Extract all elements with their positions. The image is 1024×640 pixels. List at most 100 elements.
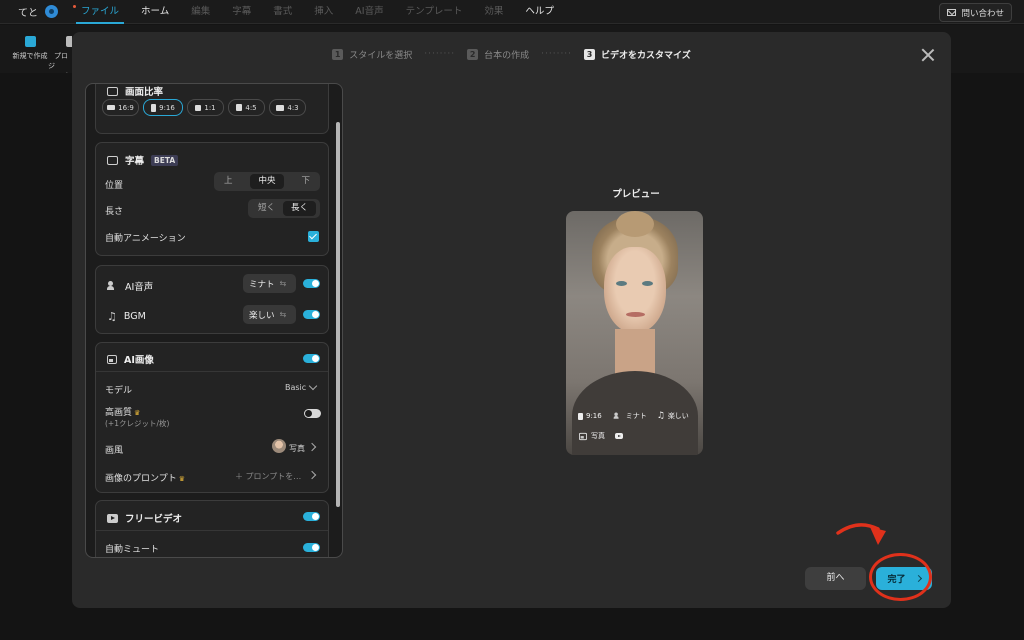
position-segmented: 上 中央 下 (214, 172, 320, 191)
step-2[interactable]: 2 台本の作成 (467, 48, 529, 61)
auto-animation-label: 自動アニメーション (105, 234, 186, 244)
beta-badge: BETA (151, 154, 179, 166)
step-1[interactable]: 1 スタイルを選択 (332, 48, 412, 61)
video-icon (615, 433, 623, 439)
free-video-toggle[interactable] (303, 512, 320, 521)
preview-voice: ミナト (612, 411, 647, 421)
chevron-right-icon[interactable] (307, 470, 317, 480)
style-value[interactable]: 写真 (289, 443, 305, 454)
subtitles-title: 字幕 (125, 156, 145, 167)
ai-voice-label: AI音声 (125, 282, 154, 293)
annotation-circle (869, 553, 932, 601)
preview-info-row: 9:16 ミナト ♫ 楽しい (578, 411, 689, 421)
aspect-ratio-options: 16:9 9:16 1:1 4:5 4:3 (102, 99, 306, 116)
music-note-icon: ♫ (656, 411, 665, 421)
style-thumbnail[interactable] (272, 439, 286, 453)
aspect-ratio-card: 画面比率 16:9 9:16 1:1 4:5 4:3 (95, 84, 329, 134)
step-separator: ········ (424, 49, 456, 59)
bgm-label: BGM (123, 311, 146, 322)
mail-icon (947, 9, 957, 16)
ratio-4-5[interactable]: 4:5 (228, 99, 265, 116)
menu-subtitles[interactable]: 字幕 (221, 0, 262, 24)
square-icon (195, 104, 202, 111)
audio-card: AI音声 ミナト ⇆ ♫ BGM 楽しい ⇆ (95, 265, 329, 334)
preview-ratio: 9:16 (578, 412, 602, 420)
preview-image-bun (616, 211, 654, 237)
menu-home[interactable]: ホーム (130, 0, 180, 24)
length-label: 長さ (105, 207, 124, 217)
preview-image-lips (626, 312, 645, 317)
menu-help[interactable]: ヘルプ (514, 0, 565, 24)
menu-file[interactable]: ファイル (70, 0, 130, 24)
subtitles-card: 字幕 BETA 位置 上 中央 下 長さ 短く 長く 自動アニメーション (95, 142, 329, 256)
swap-icon: ⇆ (279, 310, 287, 319)
landscape-icon (276, 104, 285, 111)
panel-scrollbar[interactable] (336, 122, 340, 507)
landscape-icon (107, 105, 116, 110)
contact-button[interactable]: 問い合わせ (939, 3, 1012, 22)
new-project-button[interactable]: 新規で作成 (8, 36, 52, 61)
subtitles-icon (107, 155, 118, 165)
user-avatar-icon[interactable] (45, 5, 58, 18)
ratio-1-1[interactable]: 1:1 (187, 99, 224, 116)
high-quality-toggle[interactable] (304, 409, 321, 418)
image-prompt-input[interactable]: ＋ プロンプトを… (235, 471, 301, 482)
previous-button[interactable]: 前へ (805, 567, 866, 590)
menu-insert[interactable]: 挿入 (303, 0, 344, 24)
ratio-16-9[interactable]: 16:9 (102, 99, 139, 116)
style-label: 画風 (105, 446, 124, 456)
menu-edit[interactable]: 編集 (180, 0, 221, 24)
high-quality-credit-note: (+1クレジット/枚) (105, 419, 170, 428)
ai-image-toggle[interactable] (303, 354, 320, 363)
ratio-4-3[interactable]: 4:3 (269, 99, 306, 116)
auto-animation-checkbox[interactable] (308, 231, 319, 242)
ratio-9-16[interactable]: 9:16 (143, 99, 183, 116)
bgm-select[interactable]: 楽しい ⇆ (243, 305, 296, 324)
free-video-title: フリービデオ (125, 514, 183, 525)
portrait-icon (151, 103, 157, 112)
portrait-icon (578, 412, 583, 420)
auto-mute-label: 自動ミュート (105, 545, 160, 555)
close-icon[interactable] (921, 48, 935, 62)
menu-template[interactable]: テンプレート (395, 0, 474, 24)
free-video-card: フリービデオ 自動ミュート (95, 500, 329, 557)
ai-image-icon (107, 354, 117, 364)
notification-dot-icon (73, 4, 76, 8)
annotation-arrow (836, 523, 886, 545)
preview-bgm: ♫ 楽しい (656, 411, 689, 421)
position-center[interactable]: 中央 (250, 174, 284, 189)
length-short[interactable]: 短く (250, 201, 283, 216)
preview-title: プレビュー (612, 189, 660, 200)
chevron-down-icon[interactable] (308, 381, 318, 391)
customize-video-dialog: 1 スタイルを選択 ········ 2 台本の作成 ········ 3 ビデ… (72, 32, 951, 608)
auto-mute-toggle[interactable] (303, 543, 320, 552)
settings-panel: 画面比率 16:9 9:16 1:1 4:5 4:3 字幕 BETA 位置 上 … (85, 83, 343, 558)
position-top[interactable]: 上 (216, 174, 241, 189)
menu-effects[interactable]: 効果 (473, 0, 514, 24)
step-3[interactable]: 3 ビデオをカスタマイズ (584, 48, 691, 61)
menu-ai-voice[interactable]: AI音声 (344, 0, 394, 24)
length-segmented: 短く 長く (248, 199, 320, 218)
model-value[interactable]: Basic (285, 383, 306, 392)
portrait-icon (236, 104, 243, 111)
ai-image-card: AI画像 モデル Basic 高画質 ♛ (+1クレジット/枚) 画風 写真 画像… (95, 342, 329, 493)
divider (96, 371, 328, 372)
position-bottom[interactable]: 下 (293, 174, 318, 189)
menu-bar: てと ファイル ホーム 編集 字幕 書式 挿入 AI音声 テンプレート 効果 ヘ… (0, 0, 1024, 24)
user-name: てと (18, 8, 38, 19)
ai-voice-toggle[interactable] (303, 279, 320, 288)
bgm-toggle[interactable] (303, 310, 320, 319)
ai-voice-select[interactable]: ミナト ⇆ (243, 274, 296, 293)
image-icon (579, 432, 587, 440)
chevron-right-icon[interactable] (307, 442, 317, 452)
step-separator: ········ (541, 49, 573, 59)
menu-format[interactable]: 書式 (262, 0, 303, 24)
voice-icon (613, 412, 621, 420)
video-preview: 9:16 ミナト ♫ 楽しい 写真 (566, 211, 703, 455)
high-quality-label: 高画質 ♛ (105, 408, 141, 418)
wizard-stepper: 1 スタイルを選択 ········ 2 台本の作成 ········ 3 ビデ… (72, 46, 951, 62)
length-long[interactable]: 長く (283, 201, 317, 216)
image-prompt-label: 画像のプロンプト ♛ (105, 474, 186, 484)
position-label: 位置 (105, 181, 124, 191)
contact-label: 問い合わせ (961, 8, 1004, 19)
